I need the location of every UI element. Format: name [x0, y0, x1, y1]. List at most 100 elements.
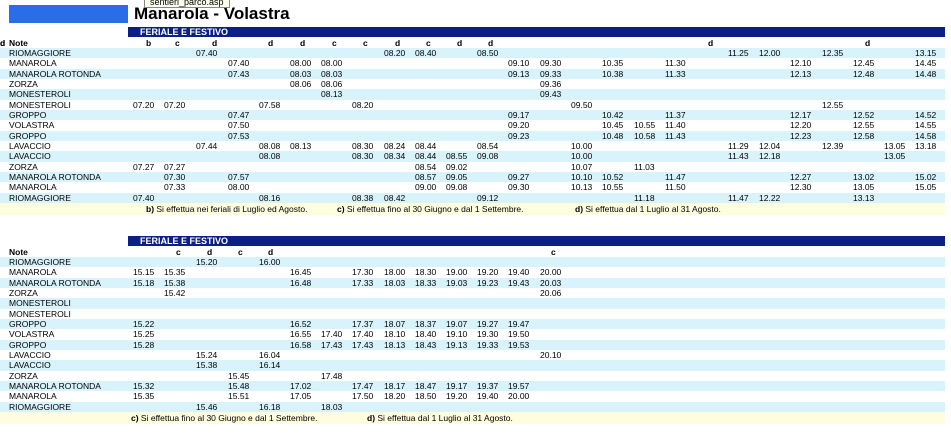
note-marker: d [865, 37, 871, 48]
departure-time: 13.02 [853, 172, 875, 183]
departure-time: 18.03 [384, 277, 406, 288]
footnote: d) Si effettua dal 1 Luglio al 31 Agosto… [575, 203, 721, 215]
departure-time: 15.35 [164, 267, 186, 278]
footnote: c) Si effettua fino al 30 Giugno e dal 1… [131, 412, 318, 424]
departure-time: 07.27 [164, 161, 186, 172]
departure-time: 09.08 [477, 151, 499, 162]
departure-time: 07.58 [259, 99, 281, 110]
departure-time: 08.00 [290, 58, 312, 69]
departure-time: 14.58 [915, 130, 937, 141]
departure-time: 19.47 [508, 318, 530, 329]
departure-time: 07.44 [196, 141, 218, 151]
departure-time: 12.30 [790, 182, 812, 193]
departure-time: 15.15 [133, 267, 155, 278]
footnote-text: Si effettua fino al 30 Giugno e dal 1 Se… [138, 413, 318, 424]
departure-time: 19.17 [446, 381, 468, 392]
note-marker: d [212, 37, 218, 48]
stop-name: RIOMAGGIORE [9, 256, 71, 267]
departure-time: 07.53 [228, 130, 250, 141]
departure-time: 16.14 [259, 360, 281, 371]
departure-time: 12.17 [790, 109, 812, 120]
departure-time: 16.48 [290, 277, 312, 288]
top-bar: Manarola - Volastra sentieri_parco.asp [0, 0, 951, 25]
departure-time: 08.50 [477, 47, 499, 58]
note-marker: d [488, 37, 494, 48]
departure-time: 09.12 [477, 192, 499, 203]
departure-time: 19.30 [477, 329, 499, 340]
table-row: MANAROLA 07.40 08.00 08.00 09.10 09.30 10.35 11… [0, 58, 945, 68]
departure-time: 08.03 [290, 68, 312, 79]
departure-time: 15.22 [133, 318, 155, 329]
departure-time: 16.00 [259, 256, 281, 267]
stop-name: GROPPO [9, 109, 47, 120]
departure-time: 08.34 [384, 151, 406, 162]
departure-time: 16.04 [259, 350, 281, 360]
table-row: RIOMAGGIORE 07.40 08.20 08.40 08.50 11.25 12.0… [0, 47, 945, 59]
stop-name: LAVACCIO [9, 360, 51, 371]
notes-header-row: Note c d c d c [0, 247, 945, 257]
stop-name: MANAROLA ROTONDA [9, 172, 101, 183]
departure-time: 18.43 [415, 339, 437, 350]
stop-name: GROPPO [9, 339, 47, 350]
departure-time: 17.33 [352, 277, 374, 288]
departure-time: 07.50 [228, 120, 250, 131]
note-marker: c [175, 37, 180, 48]
departure-time: 07.47 [228, 109, 250, 120]
table-row: MONESTEROLI [0, 298, 945, 309]
stop-name: ZORZA [9, 78, 38, 89]
departure-time: 08.16 [259, 192, 281, 203]
departure-time: 18.47 [415, 381, 437, 392]
stop-name: ZORZA [9, 287, 38, 298]
departure-time: 08.44 [415, 141, 437, 151]
header-blue-box [9, 5, 128, 23]
table-row: MANAROLA 15.35 15.51 17.05 17.50 18.20 18.50 19… [0, 391, 945, 401]
note-marker: d [268, 246, 274, 257]
departure-time: 07.57 [228, 172, 250, 183]
departure-time: 11.25 [728, 47, 749, 58]
departure-time: 20.03 [540, 277, 562, 288]
departure-time: 17.40 [352, 329, 374, 340]
departure-time: 09.50 [571, 99, 593, 110]
note-label: Note [9, 246, 28, 257]
departure-time: 08.57 [415, 172, 437, 183]
stop-name: LAVACCIO [9, 350, 51, 360]
departure-time: 12.10 [790, 58, 812, 69]
departure-time: 20.00 [540, 267, 562, 278]
departure-time: 12.04 [759, 141, 781, 151]
departure-time: 10.42 [602, 109, 624, 120]
departure-time: 18.03 [321, 401, 343, 412]
departure-time: 11.30 [665, 58, 686, 69]
departure-time: 18.17 [384, 381, 406, 392]
departure-time: 08.44 [415, 151, 437, 162]
note-marker: d [457, 37, 463, 48]
note-label: Note [9, 37, 28, 48]
departure-time: 11.50 [665, 182, 686, 193]
departure-time: 13.05 [884, 151, 906, 162]
departure-time: 15.48 [228, 381, 250, 392]
departure-time: 18.10 [384, 329, 406, 340]
footnote-key: d) [575, 204, 584, 215]
table-row: MANAROLA ROTONDA 07.43 08.03 08.03 09.13 09.3… [0, 68, 945, 79]
departure-time: 10.10 [571, 172, 593, 183]
table-row: LAVACCIO 15.24 16.04 20.10 [0, 350, 945, 360]
departure-time: 10.00 [571, 141, 593, 151]
departure-time: 13.18 [915, 141, 937, 151]
departure-time: 10.13 [571, 182, 593, 193]
departure-time: 08.54 [477, 141, 499, 151]
departure-time: 15.20 [196, 256, 218, 267]
departure-time: 10.00 [571, 151, 593, 162]
table-row: LAVACCIO 07.44 08.08 08.13 08.30 08.24 08.44 08… [0, 141, 945, 151]
note-marker: d [268, 37, 274, 48]
departure-time: 14.52 [915, 109, 937, 120]
table-row: RIOMAGGIORE 07.40 08.16 08.38 08.42 09.12 11.1… [0, 192, 945, 204]
departure-time: 10.48 [602, 130, 624, 141]
departure-time: 18.00 [384, 267, 406, 278]
departure-time: 17.37 [352, 318, 374, 329]
stop-name: MONESTEROLI [9, 89, 71, 100]
table-row: LAVACCIO 08.08 08.30 08.34 08.44 08.55 09.08 10… [0, 151, 945, 162]
departure-time: 19.13 [446, 339, 468, 350]
departure-time: 07.30 [164, 172, 186, 183]
departure-time: 08.13 [321, 89, 343, 100]
departure-time: 11.43 [665, 130, 686, 141]
departure-time: 07.40 [133, 192, 155, 203]
